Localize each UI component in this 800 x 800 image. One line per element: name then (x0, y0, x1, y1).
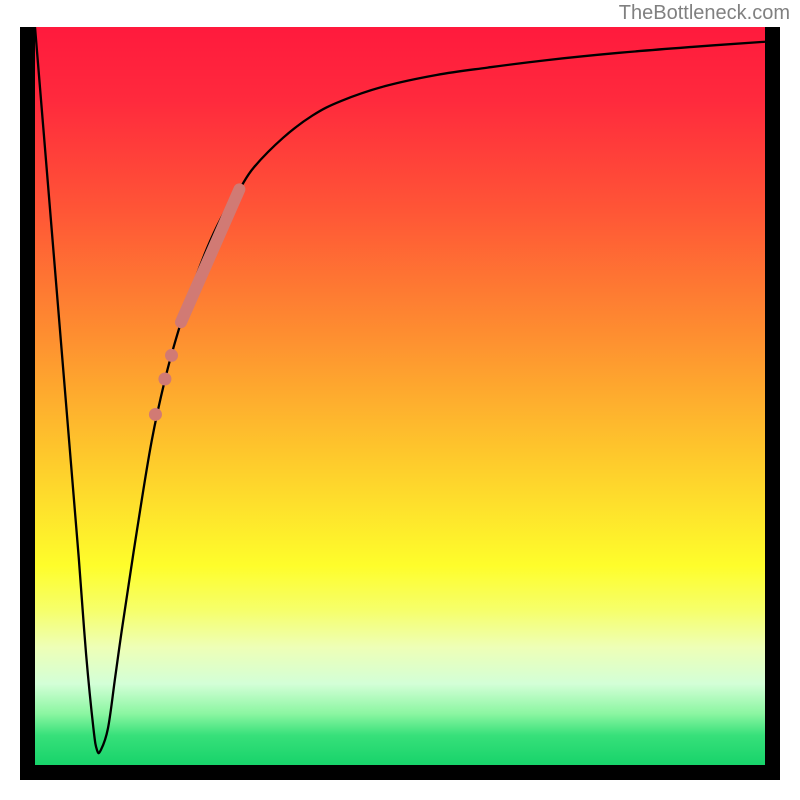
curve-svg (35, 27, 765, 765)
highlight-segment (181, 189, 239, 322)
highlight-dot (158, 373, 171, 386)
highlight-dots (149, 349, 178, 421)
attribution-text: TheBottleneck.com (619, 2, 790, 25)
plot-area (35, 27, 765, 765)
highlight-dot (149, 408, 162, 421)
plot-frame (20, 27, 780, 780)
bottleneck-curve (35, 27, 765, 753)
chart-container: TheBottleneck.com (0, 0, 800, 800)
highlight-dot (165, 349, 178, 362)
